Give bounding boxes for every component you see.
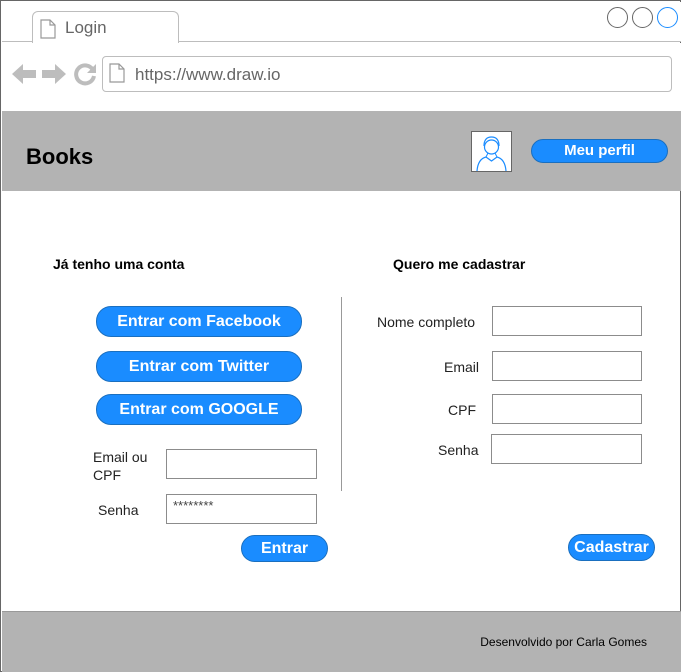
site-brand: Books <box>26 144 94 169</box>
email-or-cpf-label: Email ou CPF <box>93 448 147 484</box>
profile-button[interactable]: Meu perfil <box>531 139 668 163</box>
site-header: Books Meu perfil <box>2 111 681 191</box>
browser-window: Login https://www.draw.io Books Meu perf… <box>0 0 681 672</box>
google-login-button[interactable]: Entrar com GOOGLE <box>96 394 302 425</box>
tab-login[interactable]: Login <box>32 11 179 44</box>
register-name-label: Nome completo <box>377 314 476 330</box>
login-password-field[interactable]: ******** <box>166 494 317 524</box>
document-icon <box>40 19 56 39</box>
user-avatar-icon <box>476 136 507 172</box>
reload-icon[interactable] <box>73 62 97 86</box>
login-password-label: Senha <box>98 502 139 518</box>
register-cpf-label: CPF <box>448 402 476 418</box>
register-password-label: Senha <box>438 442 479 458</box>
login-submit-button[interactable]: Entrar <box>241 535 328 562</box>
address-row: https://www.draw.io <box>2 43 681 111</box>
url-text: https://www.draw.io <box>135 65 281 84</box>
column-divider <box>341 297 342 491</box>
tab-title: Login <box>65 18 107 37</box>
email-label-line1: Email ou <box>93 449 148 465</box>
twitter-login-button[interactable]: Entrar com Twitter <box>96 351 302 382</box>
close-button[interactable] <box>657 7 678 28</box>
forward-arrow-icon[interactable] <box>42 63 66 85</box>
login-section-title: Já tenho uma conta <box>53 256 185 272</box>
register-email-label: Email <box>444 359 480 375</box>
register-cpf-field[interactable] <box>492 394 642 424</box>
avatar[interactable] <box>471 131 512 172</box>
register-email-field[interactable] <box>492 351 642 381</box>
document-icon <box>109 63 125 83</box>
email-label-line2: CPF <box>93 467 121 483</box>
maximize-button[interactable] <box>632 7 653 28</box>
address-bar[interactable]: https://www.draw.io <box>102 56 672 92</box>
minimize-button[interactable] <box>607 7 628 28</box>
register-name-field[interactable] <box>492 306 642 336</box>
login-email-field[interactable] <box>166 449 317 479</box>
register-section-title: Quero me cadastrar <box>393 256 526 272</box>
register-password-field[interactable] <box>491 434 642 464</box>
register-submit-button[interactable]: Cadastrar <box>568 534 655 561</box>
back-arrow-icon[interactable] <box>12 63 36 85</box>
footer-credit: Desenvolvido por Carla Gomes <box>480 635 647 649</box>
tab-bar: Login <box>2 2 681 44</box>
site-footer: Desenvolvido por Carla Gomes <box>2 611 681 672</box>
facebook-login-button[interactable]: Entrar com Facebook <box>96 306 302 337</box>
